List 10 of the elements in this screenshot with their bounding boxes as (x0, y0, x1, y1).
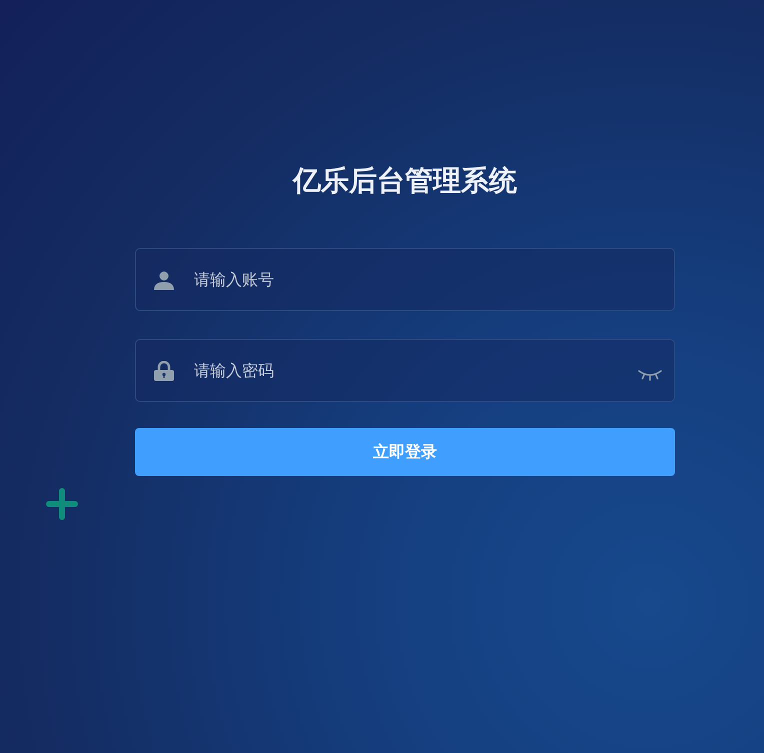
username-box[interactable]: 请输入账号 (135, 248, 675, 311)
password-field[interactable]: 请输入密码 (192, 360, 638, 381)
password-box[interactable]: 请输入密码 (135, 339, 675, 402)
login-button[interactable]: 立即登录 (135, 428, 675, 476)
lock-icon (154, 360, 174, 380)
user-icon (154, 270, 174, 290)
closed-eye-icon[interactable] (638, 368, 662, 380)
page-title: 亿乐后台管理系统 (293, 163, 517, 199)
username-field[interactable]: 请输入账号 (192, 269, 662, 290)
plus-icon (45, 487, 79, 521)
